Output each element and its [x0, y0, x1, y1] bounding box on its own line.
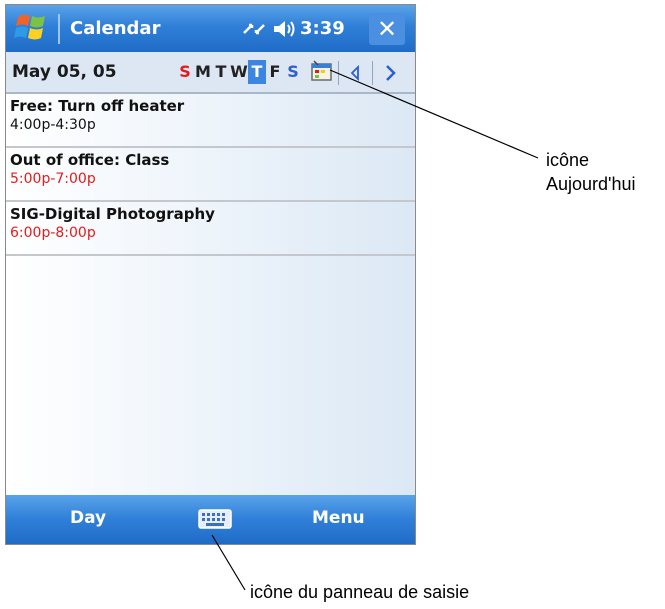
day-thursday-selected[interactable]: T: [248, 60, 266, 84]
day-monday[interactable]: M: [194, 60, 212, 84]
day-saturday[interactable]: S: [284, 60, 302, 84]
appointment-title: SIG-Digital Photography: [10, 205, 215, 223]
volume-icon[interactable]: [272, 18, 296, 40]
appointment-time: 6:00p-8:00p: [10, 225, 96, 241]
appointment-item[interactable]: Free: Turn off heater 4:00p-4:30p: [6, 94, 415, 148]
nav-separator: [372, 61, 373, 85]
appointment-list: Free: Turn off heater 4:00p-4:30p Out of…: [6, 94, 415, 495]
windows-start-icon[interactable]: [12, 11, 52, 46]
clock[interactable]: 3:39: [300, 18, 345, 39]
day-wednesday[interactable]: W: [230, 60, 248, 84]
today-icon[interactable]: [310, 59, 334, 83]
title-bar: Calendar 3:39 ✕: [6, 5, 415, 52]
title-separator: [58, 14, 60, 44]
close-button[interactable]: ✕: [369, 13, 405, 45]
day-view-button[interactable]: Day: [70, 508, 106, 528]
date-bar: May 05, 05 S M T W T F S: [6, 52, 415, 94]
connectivity-icon[interactable]: [241, 19, 267, 39]
day-friday[interactable]: F: [266, 60, 284, 84]
pocket-pc-screen: Calendar 3:39 ✕ May 05, 05 S M T W T F S: [5, 4, 416, 545]
appointment-title: Out of office: Class: [10, 151, 170, 169]
day-sunday[interactable]: S: [176, 60, 194, 84]
nav-separator: [338, 61, 339, 85]
prev-arrow-icon[interactable]: [344, 61, 366, 85]
appointment-title: Free: Turn off heater: [10, 97, 185, 115]
appointment-item[interactable]: Out of office: Class 5:00p-7:00p: [6, 148, 415, 202]
menu-button[interactable]: Menu: [312, 508, 365, 528]
keyboard-icon[interactable]: [198, 509, 232, 529]
appointment-item[interactable]: SIG-Digital Photography 6:00p-8:00p: [6, 202, 415, 256]
appointment-time: 5:00p-7:00p: [10, 171, 96, 187]
week-day-strip: S M T W T F S: [176, 60, 302, 84]
next-arrow-icon[interactable]: [379, 61, 401, 85]
app-title: Calendar: [70, 18, 161, 39]
appointment-time: 4:00p-4:30p: [10, 117, 96, 133]
menu-bar: Day Menu: [6, 495, 415, 544]
day-tuesday[interactable]: T: [212, 60, 230, 84]
callout-today-icon: icône Aujourd'hui: [546, 150, 636, 194]
current-date[interactable]: May 05, 05: [12, 62, 117, 82]
callout-input-panel-icon: icône du panneau de saisie: [250, 582, 470, 602]
